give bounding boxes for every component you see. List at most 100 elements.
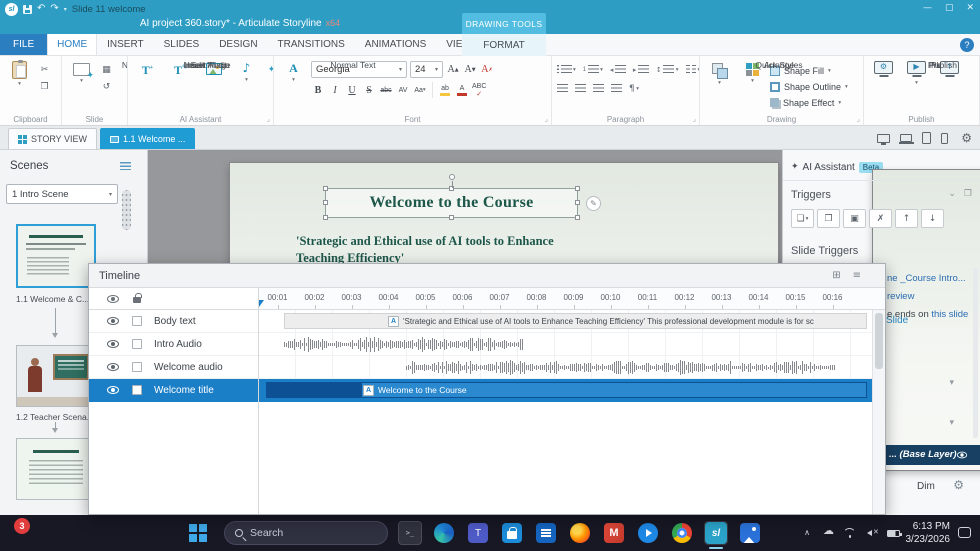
align-left-button[interactable]	[556, 82, 569, 95]
reset-slide-icon[interactable]: ↺	[99, 80, 114, 93]
change-case-button[interactable]: Aa ▾	[413, 83, 427, 98]
app-logo-icon[interactable]: sl	[5, 2, 18, 16]
timeline-row-welcome-audio[interactable]: Welcome audio	[89, 356, 258, 379]
base-layer-eye-icon[interactable]	[956, 451, 968, 459]
documents-app-icon[interactable]	[534, 521, 558, 545]
triggers-collapse-icon[interactable]: ⌄	[948, 189, 956, 199]
tab-format[interactable]: FORMAT	[462, 34, 546, 56]
intro-audio-waveform[interactable]	[284, 336, 541, 353]
photos-app-icon[interactable]	[738, 521, 762, 545]
selection-handle[interactable]	[323, 186, 328, 191]
wifi-icon[interactable]	[843, 528, 856, 538]
terminal-app-icon[interactable]: >_	[398, 521, 422, 545]
timeline-row-intro-audio[interactable]: Intro Audio	[89, 333, 258, 356]
section-collapse-icon[interactable]: ▾	[949, 418, 954, 428]
tab-slides[interactable]: SLIDES	[154, 34, 210, 55]
maximize-button[interactable]: ▢	[945, 3, 954, 13]
grow-font-button[interactable]: A ▲	[446, 62, 460, 77]
timeline-ruler[interactable]: 00:01 00:02 00:03 00:04 00:05 00:06 00:0…	[259, 288, 885, 310]
text-styles-button[interactable]: A Normal Text ▾	[278, 59, 375, 83]
character-spacing-button[interactable]: AV	[396, 83, 410, 98]
underline-button[interactable]: U	[345, 83, 359, 98]
media-app-icon[interactable]	[636, 521, 660, 545]
selection-handle[interactable]	[575, 200, 580, 205]
help-icon[interactable]: ?	[960, 38, 974, 52]
subscript-button[interactable]: abc	[379, 83, 393, 98]
shape-outline-button[interactable]: Shape Outline ▾	[770, 80, 848, 93]
eye-icon[interactable]	[107, 317, 119, 325]
line-spacing-button[interactable]: ↕ ▾	[655, 63, 680, 76]
bullets-button[interactable]: ▾	[556, 63, 577, 76]
tab-design[interactable]: DESIGN	[209, 34, 267, 55]
decrease-indent-button[interactable]: ◂	[609, 63, 627, 76]
storyline-taskbar-icon[interactable]: sl	[704, 521, 728, 549]
quick-styles-button[interactable]: Quick Styles ▾	[737, 59, 803, 84]
slide-thumbnail-1-3[interactable]	[16, 438, 96, 500]
bold-button[interactable]: B	[311, 83, 325, 98]
chrome-icon[interactable]	[670, 521, 694, 545]
slide-subtitle-text[interactable]: 'Strategic and Ethical use of AI tools t…	[296, 233, 736, 267]
move-trigger-up-button[interactable]: ↑	[895, 209, 918, 228]
paste-trigger-button[interactable]: ▣	[843, 209, 866, 228]
scene-dropdown[interactable]: 1 Intro Scene ▾	[6, 184, 118, 204]
selected-title-textbox[interactable]: Welcome to the Course ✎	[323, 174, 601, 220]
lock-checkbox[interactable]	[132, 339, 142, 349]
notification-count-badge[interactable]: 3	[14, 518, 30, 534]
section-collapse-icon[interactable]: ▾	[949, 378, 954, 388]
selection-handle[interactable]	[323, 215, 328, 220]
paste-button[interactable]: Paste ▾	[4, 59, 35, 87]
numbering-button[interactable]: 1 ▾	[582, 63, 604, 76]
player-settings-gear-icon[interactable]: ⚙	[961, 131, 972, 145]
layer-settings-gear-icon[interactable]: ⚙	[953, 478, 964, 492]
new-trigger-button[interactable]: ❏ ▾	[791, 209, 814, 228]
new-slide-button[interactable]: New Slide ▾	[66, 59, 127, 84]
delete-trigger-button[interactable]: ✗	[869, 209, 892, 228]
taskbar-search[interactable]: Search	[224, 521, 388, 545]
tab-insert[interactable]: INSERT	[97, 34, 154, 55]
justify-button[interactable]	[610, 82, 623, 95]
columns-button[interactable]: ▾	[685, 63, 699, 76]
rotation-handle[interactable]	[448, 174, 455, 188]
onedrive-cloud-icon[interactable]: ☁	[823, 524, 834, 537]
eye-icon[interactable]	[107, 363, 119, 371]
clear-formatting-button[interactable]: A ✗	[480, 62, 494, 77]
tab-home[interactable]: HOME	[47, 34, 98, 55]
font-dialog-launcher-icon[interactable]: ⌟	[545, 115, 548, 123]
save-icon[interactable]	[23, 4, 32, 14]
scenes-options-icon[interactable]	[120, 162, 131, 171]
trigger-text-fragment[interactable]: ne _Course Intro...	[887, 273, 966, 284]
notification-center-icon[interactable]	[958, 527, 971, 538]
slide-thumbnail-1-2[interactable]	[16, 345, 96, 407]
selection-handle[interactable]	[448, 215, 454, 220]
timeline-row-welcome-title[interactable]: Welcome title	[89, 379, 258, 402]
scenes-panel-splitter[interactable]	[122, 190, 131, 230]
drawing-dialog-launcher-icon[interactable]: ⌟	[857, 115, 860, 123]
clock[interactable]: 6:13 PM 3/23/2026	[906, 520, 951, 546]
quick-access-caret-icon[interactable]: ▾	[64, 6, 67, 13]
tab-file[interactable]: FILE	[0, 34, 48, 55]
highlight-color-button[interactable]: ab	[438, 83, 452, 98]
eye-icon[interactable]	[107, 386, 119, 394]
spelling-button[interactable]: ABC ✓	[472, 83, 486, 98]
timeline-track-area[interactable]: 00:01 00:02 00:03 00:04 00:05 00:06 00:0…	[259, 288, 885, 514]
timeline-header[interactable]: Timeline ⊞ ≡	[89, 264, 885, 288]
store-icon[interactable]	[500, 521, 524, 545]
volume-muted-icon[interactable]	[864, 528, 880, 538]
drawing-tools-contextual-header[interactable]: DRAWING TOOLS	[462, 13, 546, 34]
show-hide-all-icon[interactable]	[107, 294, 119, 303]
tab-slide-1-1-welcome[interactable]: 1.1 Welcome ...	[100, 128, 196, 149]
welcome-audio-waveform[interactable]	[406, 359, 867, 376]
triggers-panel-icon[interactable]: ❐	[964, 189, 972, 199]
lock-checkbox[interactable]	[132, 362, 142, 372]
inline-edit-icon[interactable]: ✎	[586, 196, 601, 211]
paragraph-dialog-launcher-icon[interactable]: ⌟	[693, 115, 696, 123]
microsoft-365-icon[interactable]: M	[602, 521, 626, 545]
selection-handle[interactable]	[575, 186, 580, 191]
laptop-preview-icon[interactable]	[898, 134, 914, 144]
desktop-preview-icon[interactable]	[877, 133, 891, 145]
tab-ai-assistant[interactable]: ✦ AI Assistant Beta	[791, 161, 884, 173]
selection-handle[interactable]	[323, 200, 328, 205]
ai-dialog-launcher-icon[interactable]: ⌟	[267, 115, 270, 123]
timeline-object-welcome-title[interactable]: A Welcome to the Course	[266, 382, 867, 398]
selection-handle[interactable]	[575, 215, 580, 220]
